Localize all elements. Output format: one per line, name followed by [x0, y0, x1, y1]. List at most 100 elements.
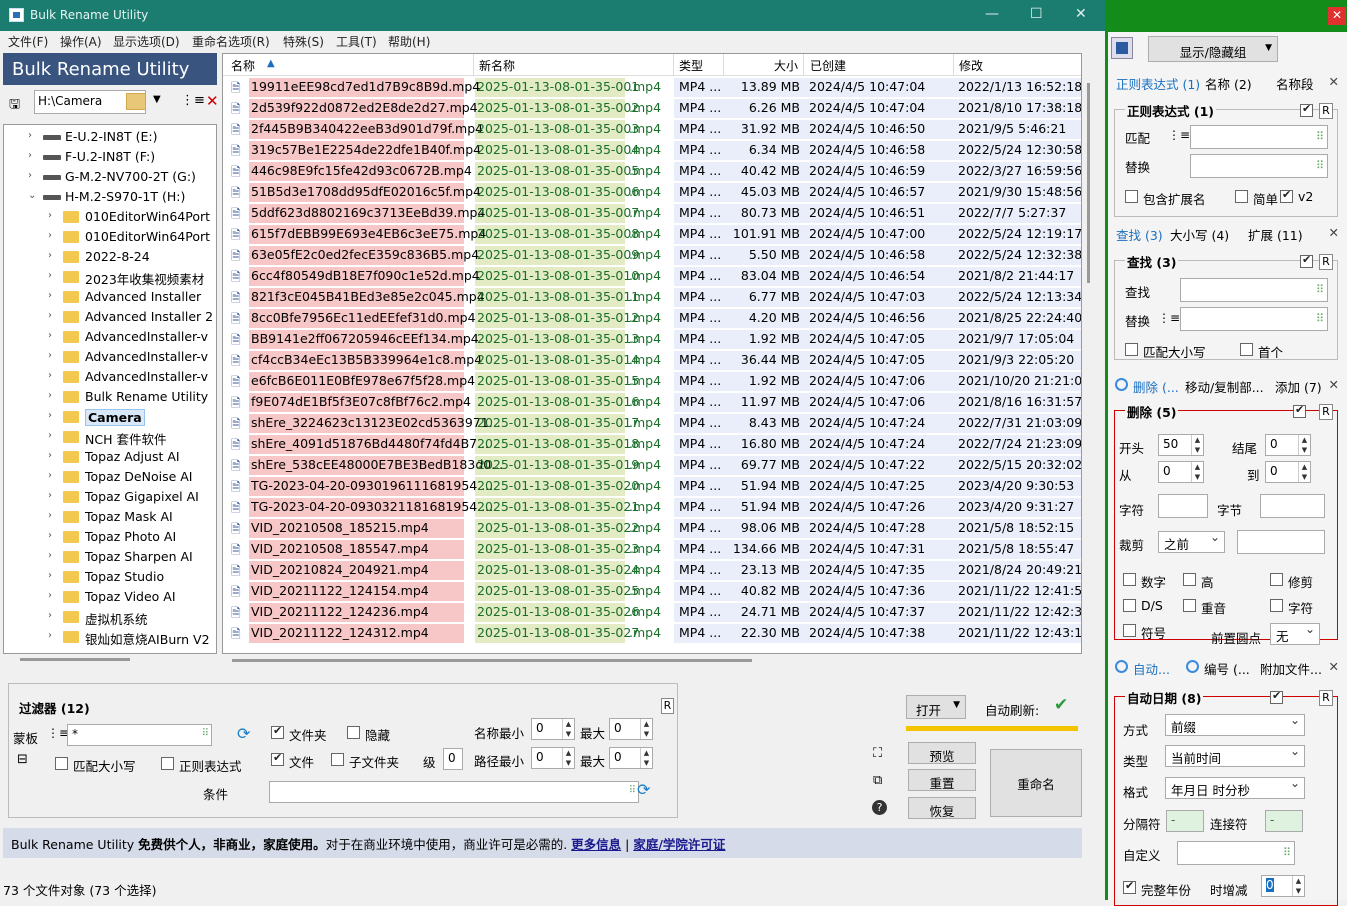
table-row[interactable]: 🗎 319c57Be1E2254de22dfe1B40f.mp4 2025-01-1… [223, 140, 1081, 161]
chevron-right-icon[interactable]: › [48, 450, 52, 461]
regex-enable-checkbox[interactable] [1300, 102, 1313, 117]
custom-input[interactable]: ⠿ [1177, 841, 1295, 865]
folder-tree[interactable]: › E-U.2-IN8T (E:) › F-U.2-IN8T (F:) › G-M.2-N… [3, 124, 217, 654]
close-icon[interactable]: ✕ [1075, 6, 1087, 22]
close-icon[interactable]: ✕ [1328, 7, 1346, 25]
tree-options-icon[interactable]: ⋮≡ [181, 93, 205, 108]
chevron-right-icon[interactable]: › [48, 390, 52, 401]
col-modified[interactable]: 修改 [959, 57, 983, 74]
col-type[interactable]: 类型 [679, 57, 703, 74]
chevron-right-icon[interactable]: › [48, 470, 52, 481]
table-row[interactable]: 🗎 TG-2023-04-20-0930196111681954.... 2025-… [223, 476, 1081, 497]
name-min-spin[interactable]: 0 ▲ ▼ [531, 718, 575, 740]
words-input[interactable] [1260, 494, 1325, 518]
chevron-right-icon[interactable]: › [48, 490, 52, 501]
close-icon[interactable]: ✕ [1329, 74, 1339, 89]
rename-button[interactable]: 重命名 [990, 749, 1082, 817]
tree-drive[interactable]: › F-U.2-IN8T (F:) [4, 147, 216, 167]
chevron-right-icon[interactable]: › [48, 230, 52, 241]
table-row[interactable]: 🗎 2f445B9B340422eeB3d901d79f.mp4 2025-01-1… [223, 119, 1081, 140]
format-select[interactable]: 年月日 时分秒 [1165, 776, 1305, 799]
to-spin[interactable]: 0 ▲ ▼ [1265, 461, 1311, 483]
tab-numbering[interactable]: 编号 (... [1204, 659, 1250, 678]
find-reset-button[interactable]: R [1319, 254, 1333, 270]
tree-folder[interactable]: › 010EditorWin64Port [4, 207, 216, 227]
include-ext-checkbox[interactable] [1125, 190, 1138, 203]
tab-move-copy[interactable]: 移动/复制部... [1185, 377, 1264, 396]
table-row[interactable]: 🗎 e6fcB6E011E0BfE978e67f5f28.mp4 2025-01-1… [223, 371, 1081, 392]
v2-checkbox[interactable] [1280, 188, 1293, 203]
condition-input[interactable]: ⠿ [269, 781, 639, 803]
mask-options-icon[interactable]: ⋮≡ [47, 726, 69, 740]
symbols-checkbox[interactable] [1123, 624, 1136, 637]
tab-add[interactable]: 添加 (7) [1275, 377, 1322, 396]
tree-drive[interactable]: › E-U.2-IN8T (E:) [4, 127, 216, 147]
tree-folder[interactable]: › AdvancedInstaller-v [4, 347, 216, 367]
minimize-icon[interactable]: — [985, 6, 999, 22]
tree-drive[interactable]: › G-M.2-NV700-2T (G:) [4, 167, 216, 187]
regex-reset-button[interactable]: R [1319, 103, 1333, 119]
tree-folder[interactable]: › NCH 套件软件 [4, 427, 216, 447]
chevron-right-icon[interactable]: › [48, 570, 52, 581]
dropdown-icon[interactable]: ▼ [153, 94, 161, 105]
table-row[interactable]: 🗎 63e05fE2c0ed2fecE359c836B5.mp4 2025-01-1… [223, 245, 1081, 266]
home-license-link[interactable]: 家庭/学院许可证 [633, 837, 725, 852]
preview-button[interactable]: 预览 [908, 742, 976, 764]
table-row[interactable]: 🗎 615f7dEBB99E693e4EB6c3eE75.mp4 2025-01-1… [223, 224, 1081, 245]
show-hide-groups-button[interactable]: 显示/隐藏组 ▼ [1148, 36, 1278, 62]
ds-checkbox[interactable] [1123, 599, 1136, 612]
tab-append-folder[interactable]: 附加文件... [1260, 659, 1322, 678]
name-max-spin[interactable]: 0 ▲ ▼ [609, 718, 653, 740]
tree-folder[interactable]: › Topaz Mask AI [4, 507, 216, 527]
autodate-reset-button[interactable]: R [1319, 690, 1333, 706]
chevron-right-icon[interactable]: › [48, 430, 52, 441]
close-icon[interactable]: ✕ [1329, 659, 1339, 674]
table-row[interactable]: 🗎 5ddf623d8802169c3713EeBd39.mp4 2025-01-1… [223, 203, 1081, 224]
tree-folder[interactable]: › Advanced Installer 2 [4, 307, 216, 327]
regex-match-input[interactable]: ⠿ [1190, 125, 1328, 149]
help-icon[interactable]: ? [872, 800, 887, 815]
crop-input[interactable] [1237, 530, 1325, 554]
col-newname[interactable]: 新名称 [479, 57, 515, 74]
panel-icon[interactable] [1111, 37, 1133, 59]
filter-reset-button[interactable]: R [661, 698, 674, 714]
chevron-right-icon[interactable]: › [28, 170, 32, 181]
table-row[interactable]: 🗎 VID_20211122_124236.mp4 2025-01-13-08-01… [223, 602, 1081, 623]
menu-help[interactable]: 帮助(H) [388, 33, 430, 50]
table-row[interactable]: 🗎 shEre_4091d51876Bd4480f74fd4B7... 2025-0… [223, 434, 1081, 455]
file-list-vscroll[interactable] [1082, 53, 1096, 654]
table-row[interactable]: 🗎 VID_20211122_124154.mp4 2025-01-13-08-01… [223, 581, 1081, 602]
chars-input[interactable] [1158, 494, 1208, 518]
tab-regex[interactable]: 正则表达式 (1) [1116, 74, 1200, 93]
chevron-right-icon[interactable]: › [48, 330, 52, 341]
tree-drive[interactable]: ⌄ H-M.2-S970-1T (H:) [4, 187, 216, 207]
table-row[interactable]: 🗎 VID_20210508_185215.mp4 2025-01-13-08-01… [223, 518, 1081, 539]
type-select[interactable]: 当前时间 [1165, 744, 1305, 767]
crop-select[interactable]: 之前 [1158, 530, 1225, 553]
table-row[interactable]: 🗎 51B5d3e1708dd95dfE02016c5f.mp4 2025-01-1… [223, 182, 1081, 203]
tab-remove[interactable]: 删除 (... [1133, 377, 1179, 396]
joiner-input[interactable]: - [1265, 810, 1303, 832]
tree-folder[interactable]: › Topaz Gigapixel AI [4, 487, 216, 507]
tree-folder[interactable]: › AdvancedInstaller-v [4, 367, 216, 387]
tab-name-segment[interactable]: 名称段 [1276, 74, 1314, 93]
file-list-hscroll[interactable] [222, 654, 1082, 668]
tab-autodate[interactable]: 自动... [1133, 659, 1170, 678]
delete-icon[interactable]: ✕ [206, 92, 219, 110]
table-row[interactable]: 🗎 shEre_538cEE48000E7BE3BedB183d0... 2025-… [223, 455, 1081, 476]
maximize-icon[interactable]: ☐ [1030, 6, 1043, 22]
table-row[interactable]: 🗎 VID_20210508_185547.mp4 2025-01-13-08-01… [223, 539, 1081, 560]
col-name[interactable]: 名称 [231, 57, 255, 74]
menu-tools[interactable]: 工具(T) [336, 33, 377, 50]
path-max-spin[interactable]: 0 ▲ ▼ [609, 747, 653, 769]
chevron-down-icon[interactable]: ⌄ [28, 190, 36, 201]
tree-folder[interactable]: › 银灿如意烧AIBurn V2 [4, 627, 216, 647]
autodate-enable-checkbox[interactable] [1270, 689, 1283, 704]
first-n-spin[interactable]: 50 ▲ ▼ [1158, 434, 1204, 456]
table-row[interactable]: 🗎 8cc0Bfe7956Ec11edEEfef31d0.mp4 2025-01-1… [223, 308, 1081, 329]
find-match-case-checkbox[interactable] [1125, 343, 1138, 356]
tree-folder[interactable]: › 010EditorWin64Port [4, 227, 216, 247]
chevron-right-icon[interactable]: › [28, 130, 32, 141]
menu-special[interactable]: 特殊(S) [283, 33, 324, 50]
remove-reset-button[interactable]: R [1319, 404, 1333, 420]
